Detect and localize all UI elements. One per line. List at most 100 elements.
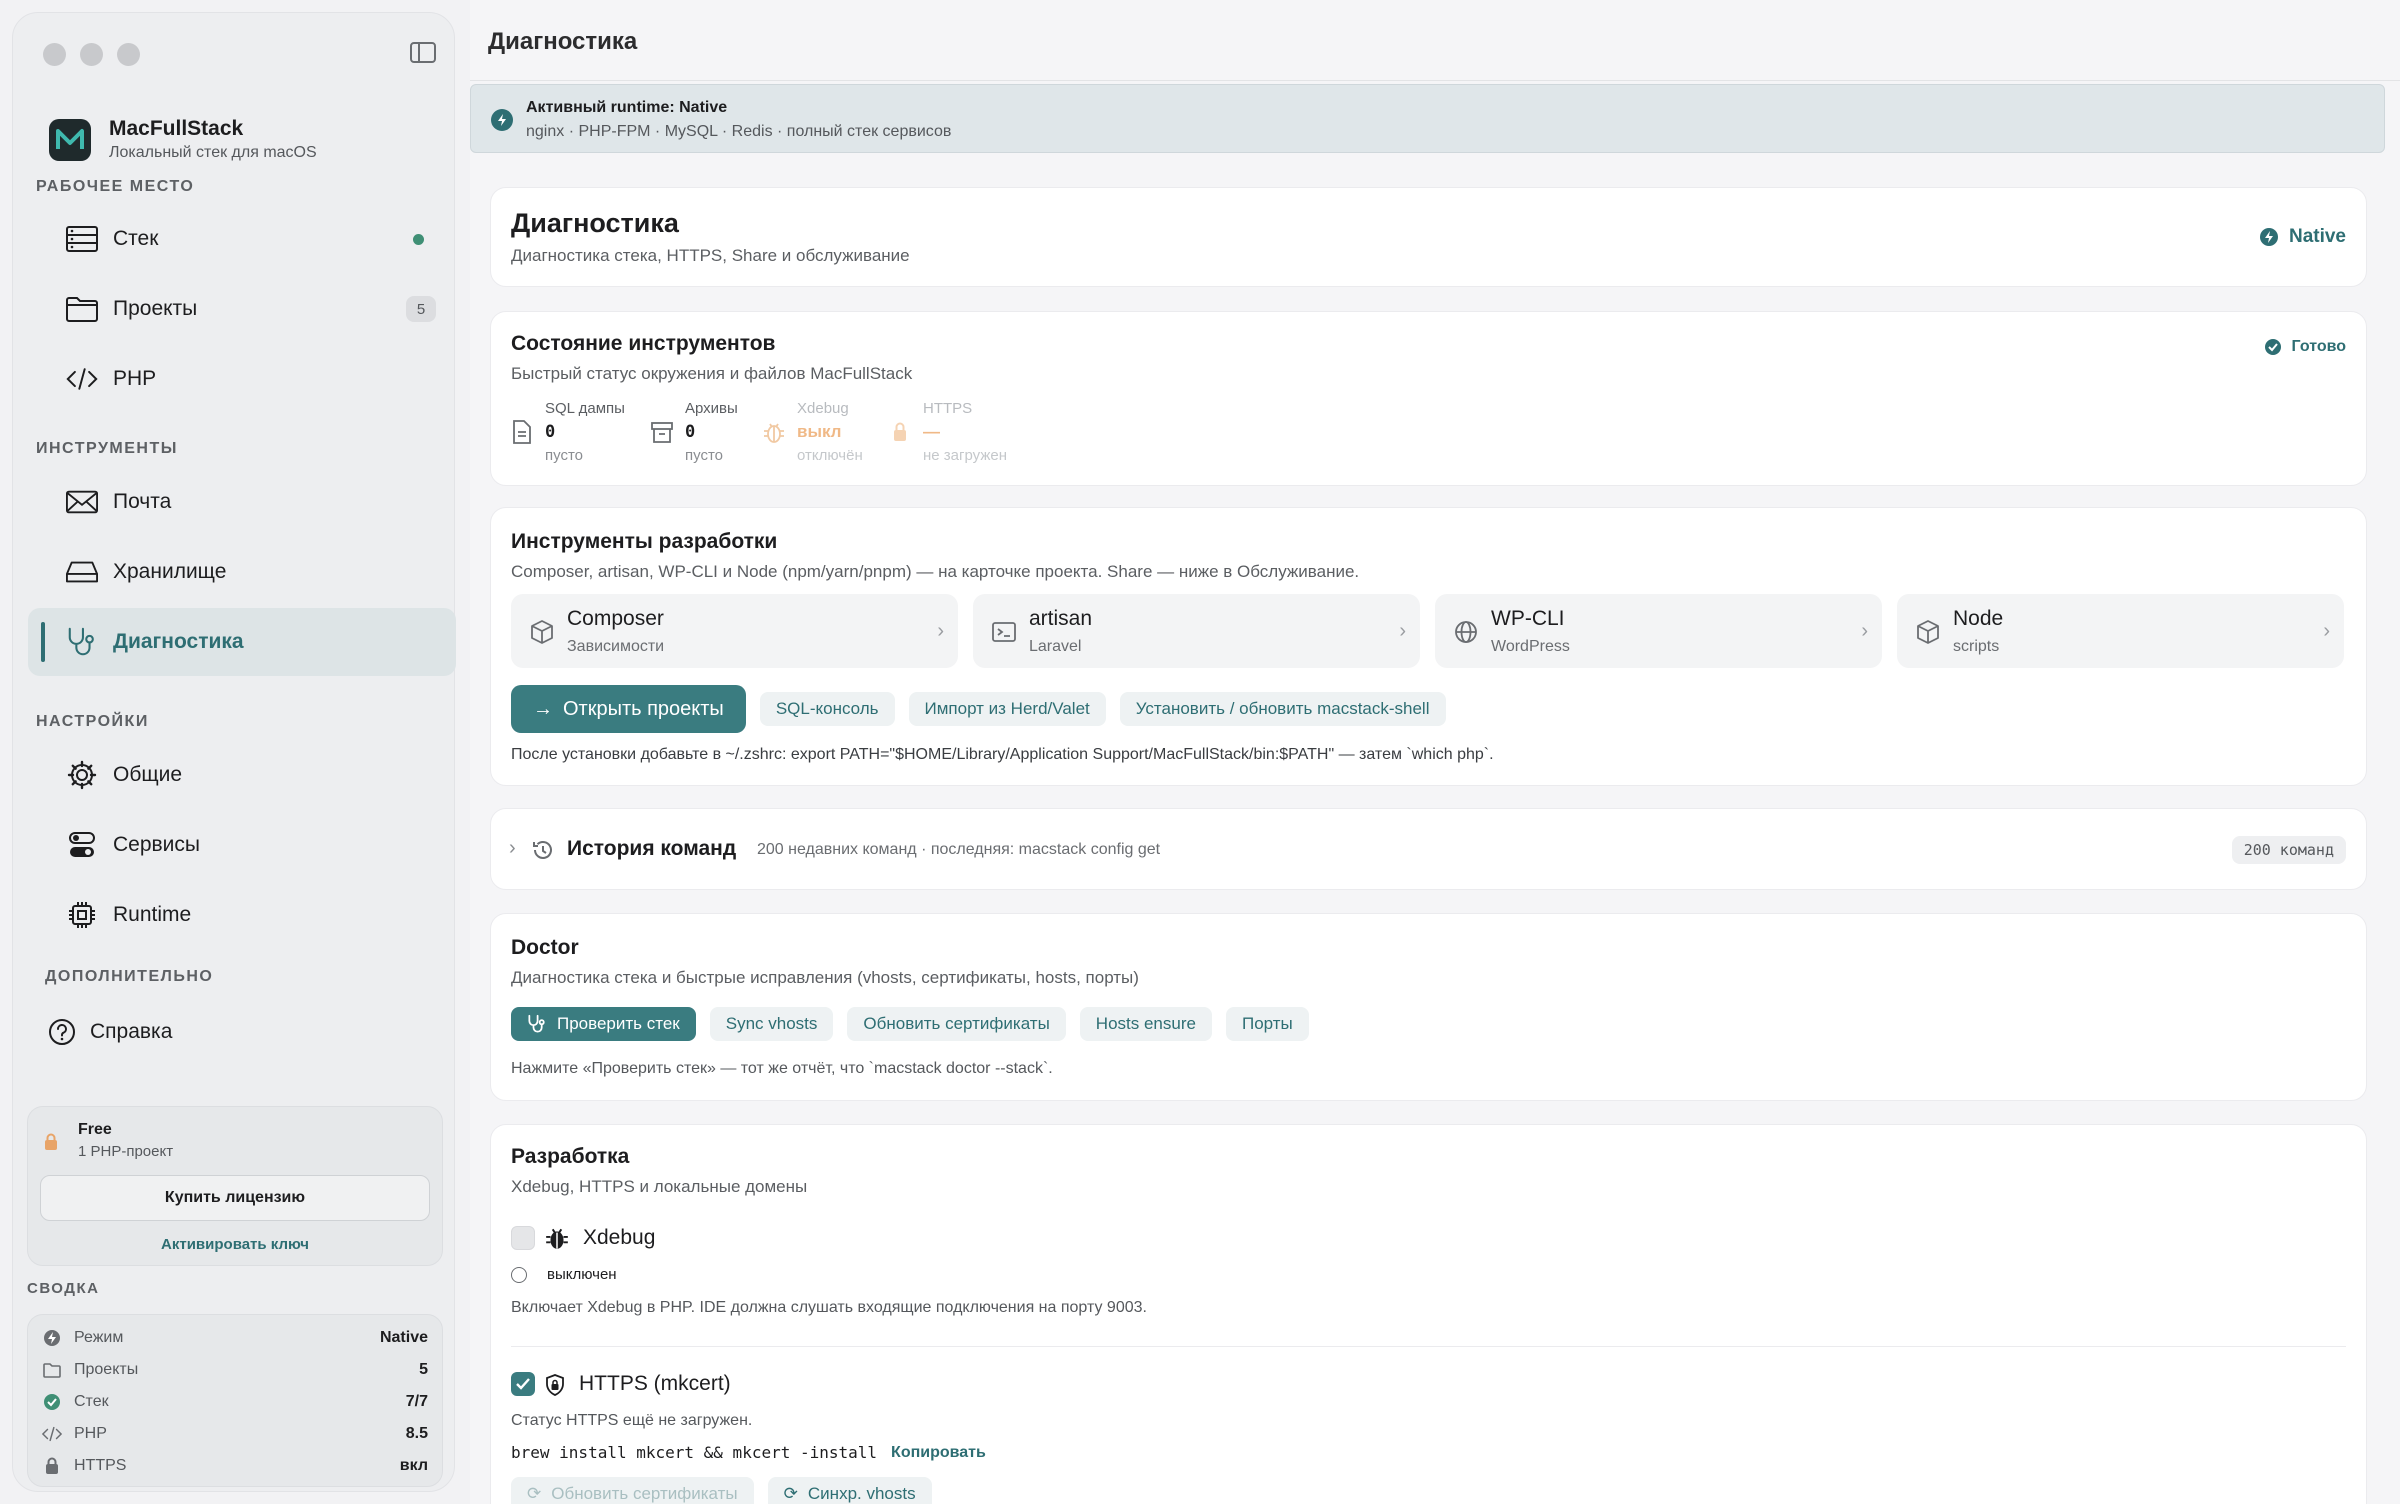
toolbar-divider xyxy=(470,80,2400,81)
sync-vhosts-button[interactable]: Sync vhosts xyxy=(709,1007,834,1041)
help-icon xyxy=(46,1016,78,1048)
code-icon xyxy=(42,1424,62,1444)
xdebug-label: Xdebug xyxy=(583,1226,656,1249)
cube-icon xyxy=(1917,620,1939,644)
update-certificates-button[interactable]: Обновить сертификаты xyxy=(847,1007,1066,1041)
app-logo-icon xyxy=(49,118,91,161)
sidebar-item-storage[interactable]: Хранилище xyxy=(28,538,456,606)
install-shell-button[interactable]: Установить / обновить macstack-shell xyxy=(1119,692,1446,726)
check-circle-icon xyxy=(2264,339,2281,355)
runtime-banner: Активный runtime: Native nginx · PHP-FPM… xyxy=(470,84,2385,153)
cpu-icon xyxy=(66,899,98,931)
document-icon xyxy=(513,420,531,444)
check-stack-button[interactable]: Проверить стек xyxy=(511,1007,696,1041)
activate-key-link[interactable]: Активировать ключ xyxy=(28,1236,442,1253)
bug-icon xyxy=(546,1228,568,1249)
section-workspace: РАБОЧЕЕ МЕСТО xyxy=(36,178,195,195)
server-icon xyxy=(66,223,98,255)
section-tools: ИНСТРУМЕНТЫ xyxy=(36,440,178,457)
sidebar-item-projects[interactable]: Проекты 5 xyxy=(28,275,456,343)
mkcert-command: brew install mkcert && mkcert -install xyxy=(511,1443,878,1462)
bolt-icon xyxy=(2259,228,2278,246)
sidebar-item-diagnostics[interactable]: Диагностика xyxy=(28,608,456,676)
https-status: Статус HTTPS ещё не загружен. xyxy=(511,1412,753,1429)
history-title: История команд xyxy=(567,837,737,860)
sidebar-item-label: Общие xyxy=(113,763,183,786)
tool-composer[interactable]: Composer Зависимости › xyxy=(511,594,958,668)
projects-count-badge: 5 xyxy=(406,296,436,322)
lock-icon xyxy=(45,1133,57,1150)
buy-license-button[interactable]: Купить лицензию xyxy=(40,1175,430,1221)
xdebug-state: выключен xyxy=(547,1266,617,1283)
chevron-right-icon[interactable]: › xyxy=(509,837,516,860)
summary-title: СВОДКА xyxy=(27,1280,100,1297)
tools-state-card: Состояние инструментов Быстрый статус ок… xyxy=(490,311,2367,486)
license-plan: Free xyxy=(78,1121,112,1138)
header-card: Диагностика Диагностика стека, HTTPS, Sh… xyxy=(490,187,2367,287)
sidebar-item-help[interactable]: Справка xyxy=(28,998,456,1066)
close-window-button[interactable] xyxy=(43,43,66,66)
summary-panel: Режим Native Проекты 5 Стек 7/7 PHP 8.5 … xyxy=(27,1314,443,1487)
sidebar-item-php[interactable]: PHP xyxy=(28,345,456,413)
cube-icon xyxy=(531,620,553,644)
stethoscope-icon xyxy=(66,626,98,658)
mail-icon xyxy=(66,486,98,518)
command-history-card[interactable]: › История команд 200 недавних команд · п… xyxy=(490,808,2367,890)
copy-command-button[interactable]: Копировать xyxy=(891,1444,986,1462)
xdebug-checkbox[interactable] xyxy=(511,1226,535,1250)
sync-vhosts-button[interactable]: ⟳ Синхр. vhosts xyxy=(767,1477,932,1504)
history-icon xyxy=(533,841,552,859)
sidebar-toggle-icon[interactable] xyxy=(410,42,436,63)
card-subtitle: Xdebug, HTTPS и локальные домены xyxy=(511,1177,808,1196)
refresh-icon: ⟳ xyxy=(527,1484,542,1503)
bolt-icon xyxy=(42,1328,62,1348)
ports-button[interactable]: Порты xyxy=(1225,1007,1309,1041)
sidebar-item-general[interactable]: Общие xyxy=(28,741,456,809)
sidebar-item-label: Стек xyxy=(113,227,159,250)
drive-icon xyxy=(66,556,98,588)
dev-tools-actions: → Открыть проекты SQL-консоль Импорт из … xyxy=(511,685,1446,733)
import-herd-valet-button[interactable]: Импорт из Herd/Valet xyxy=(908,692,1106,726)
summary-row-php: PHP 8.5 xyxy=(28,1418,442,1450)
lock-icon xyxy=(42,1456,62,1476)
development-card: Разработка Xdebug, HTTPS и локальные дом… xyxy=(490,1124,2367,1504)
hosts-ensure-button[interactable]: Hosts ensure xyxy=(1079,1007,1212,1041)
minimize-window-button[interactable] xyxy=(80,43,103,66)
chevron-right-icon: › xyxy=(1861,620,1868,642)
xdebug-description: Включает Xdebug в PHP. IDE должна слушат… xyxy=(511,1299,1147,1316)
open-projects-button[interactable]: → Открыть проекты xyxy=(511,685,746,733)
tool-node[interactable]: Node scripts › xyxy=(1897,594,2344,668)
refresh-certificates-button[interactable]: ⟳ Обновить сертификаты xyxy=(511,1477,754,1504)
gear-icon xyxy=(66,759,98,791)
sidebar-item-label: PHP xyxy=(113,367,157,390)
dev-tools-card: Инструменты разработки Composer, artisan… xyxy=(490,507,2367,786)
card-title: Инструменты разработки xyxy=(511,530,778,553)
sidebar-item-services[interactable]: Сервисы xyxy=(28,811,456,879)
chevron-right-icon: › xyxy=(1399,620,1406,642)
summary-row-stack: Стек 7/7 xyxy=(28,1386,442,1418)
chevron-right-icon: › xyxy=(937,620,944,642)
tool-artisan[interactable]: artisan Laravel › xyxy=(973,594,1420,668)
sql-console-button[interactable]: SQL-консоль xyxy=(759,692,895,726)
check-circle-icon xyxy=(42,1392,62,1412)
page-title: Диагностика xyxy=(488,28,638,55)
bolt-icon xyxy=(491,109,513,131)
runtime-badge: Native xyxy=(2259,226,2346,248)
sidebar-item-label: Диагностика xyxy=(113,630,244,653)
https-checkbox[interactable] xyxy=(511,1372,535,1396)
xdebug-state-indicator xyxy=(511,1267,527,1283)
folder-icon xyxy=(42,1360,62,1380)
sidebar-item-label: Справка xyxy=(90,1020,173,1043)
history-count-badge: 200 команд xyxy=(2231,836,2346,864)
sidebar-item-runtime[interactable]: Runtime xyxy=(28,881,456,949)
card-subtitle: Диагностика стека и быстрые исправления … xyxy=(511,968,1139,987)
section-extra: ДОПОЛНИТЕЛЬНО xyxy=(45,968,214,985)
app-brand: MacFullStack Локальный стек для macOS xyxy=(49,117,317,162)
stack-status-dot xyxy=(413,233,424,245)
summary-row-mode: Режим Native xyxy=(28,1322,442,1354)
tool-wp-cli[interactable]: WP-CLI WordPress › xyxy=(1435,594,1882,668)
sidebar-item-mail[interactable]: Почта xyxy=(28,468,456,536)
zoom-window-button[interactable] xyxy=(117,43,140,66)
sidebar-item-stack[interactable]: Стек xyxy=(28,205,456,273)
doctor-actions: Проверить стек Sync vhosts Обновить серт… xyxy=(511,1007,1309,1041)
